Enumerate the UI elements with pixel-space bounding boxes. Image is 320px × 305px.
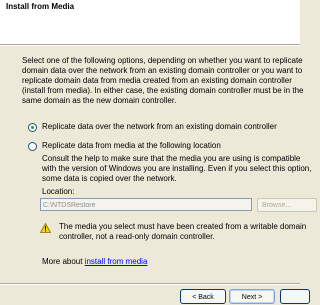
warning-message: The media you select must have been crea…: [59, 222, 307, 241]
warning-triangle-icon: [40, 223, 51, 233]
location-label: Location:: [42, 187, 75, 196]
replicate-network-label[interactable]: Replicate data over the network from an …: [42, 122, 277, 131]
next-button[interactable]: Next >: [229, 289, 275, 304]
wizard-header: Install from Media: [0, 0, 300, 44]
replicate-media-label[interactable]: Replicate data from media at the followi…: [42, 141, 221, 150]
cancel-button[interactable]: [280, 289, 310, 304]
more-about-prefix: More about: [42, 257, 85, 266]
more-about-text: More about install from media: [42, 257, 147, 266]
page-title: Install from Media: [6, 2, 75, 11]
location-input[interactable]: C:\NTDSRestore: [40, 198, 252, 211]
replicate-network-radio[interactable]: [28, 123, 37, 132]
browse-button[interactable]: Browse...: [257, 198, 317, 212]
header-divider: [0, 44, 300, 46]
intro-text: Select one of the following options, dep…: [22, 56, 304, 105]
media-description: Consult the help to make sure that the m…: [42, 154, 312, 183]
replicate-media-radio[interactable]: [28, 142, 37, 151]
footer-divider: [0, 283, 300, 285]
install-from-media-link[interactable]: install from media: [85, 257, 148, 266]
back-button[interactable]: < Back: [180, 289, 226, 304]
